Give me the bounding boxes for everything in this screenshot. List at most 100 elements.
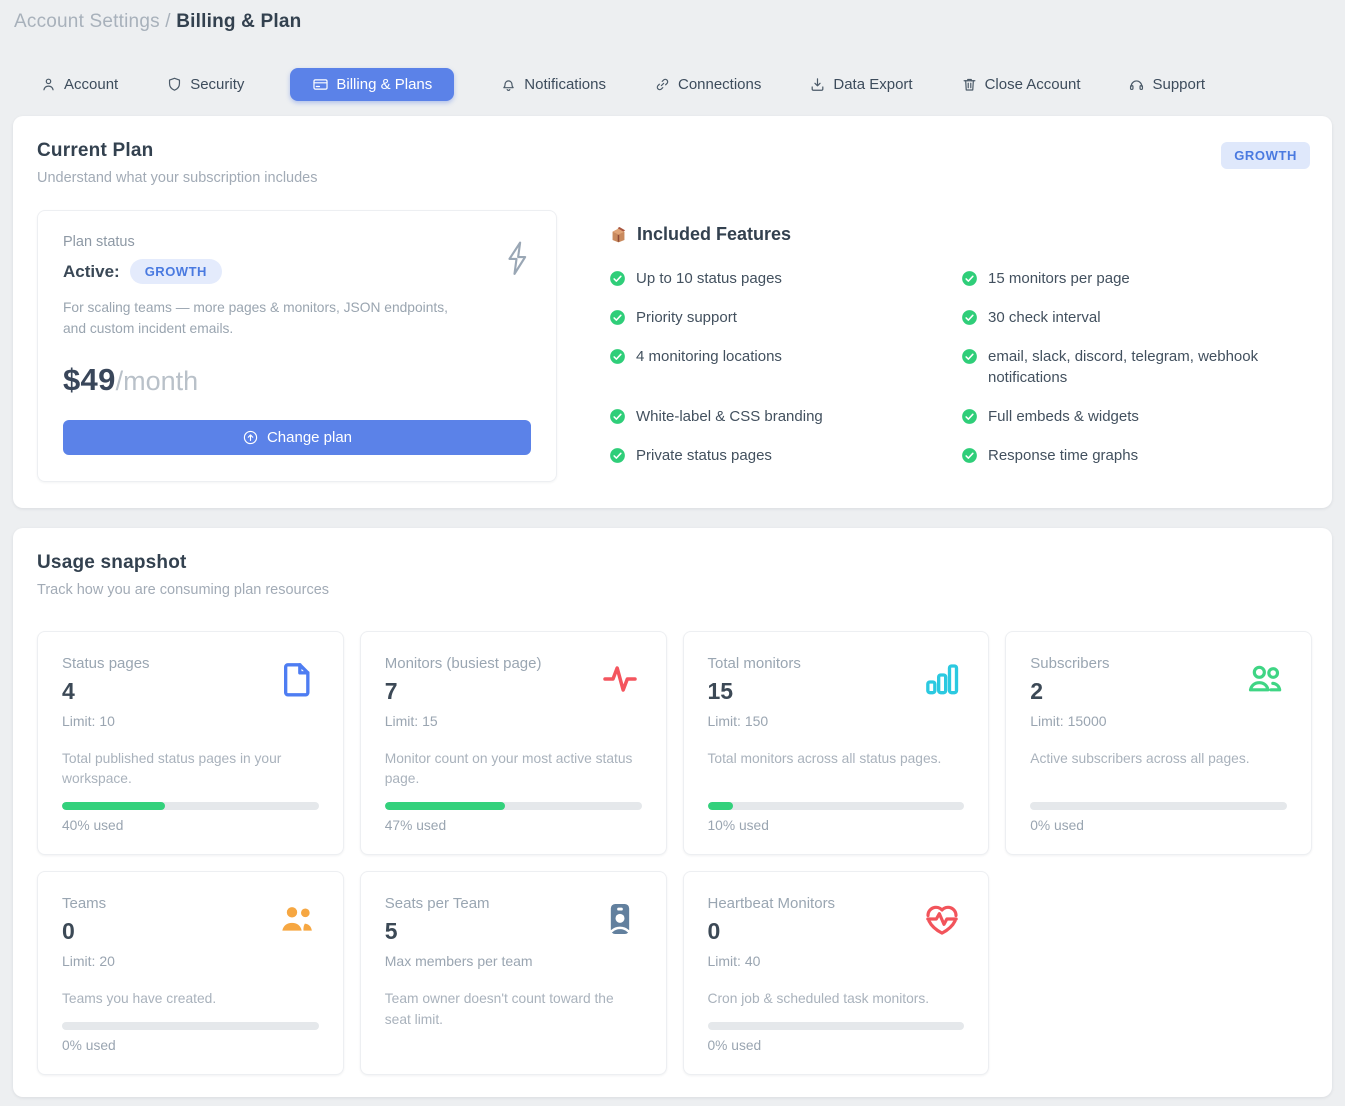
usage-card-description: Cron job & scheduled task monitors. (708, 989, 965, 1010)
usage-card-limit: Limit: 40 (708, 953, 836, 969)
id-badge-icon (598, 897, 642, 941)
included-features-title: Included Features (637, 224, 791, 245)
usage-card-title: Monitors (busiest page) (385, 655, 542, 672)
feature-item: Up to 10 status pages (609, 268, 937, 290)
usage-card-heart-pulse: Heartbeat Monitors0Limit: 40Cron job & s… (683, 871, 990, 1075)
tab-close-account[interactable]: Close Account (959, 68, 1083, 101)
usage-subtitle: Track how you are consuming plan resourc… (37, 582, 1312, 598)
usage-percent-label: 0% used (708, 1038, 965, 1053)
tab-support[interactable]: Support (1126, 68, 1207, 101)
usage-card-description: Team owner doesn't count toward the seat… (385, 989, 642, 1053)
check-circle-icon (961, 348, 978, 365)
tab-data-export[interactable]: Data Export (807, 68, 914, 101)
check-circle-icon (609, 309, 626, 326)
usage-card-description: Active subscribers across all pages. (1030, 749, 1287, 790)
feature-item: Full embeds & widgets (961, 406, 1289, 428)
usage-percent-label: 10% used (708, 818, 965, 833)
tab-label: Data Export (833, 76, 912, 93)
feature-label: Response time graphs (988, 445, 1138, 467)
current-plan-panel: Current Plan Understand what your subscr… (13, 116, 1332, 508)
breadcrumb-section[interactable]: Account Settings (14, 11, 160, 32)
usage-card-users-outline: Subscribers2Limit: 15000Active subscribe… (1005, 631, 1312, 855)
usage-progress-fill (708, 802, 734, 810)
usage-progress-track (385, 802, 642, 810)
plan-price: $49 (63, 362, 116, 397)
tab-bar: Account Security Billing & Plans Notificati… (0, 65, 1345, 103)
plan-period: /month (116, 366, 199, 396)
usage-card-limit: Limit: 15 (385, 713, 542, 729)
usage-card-pulse: Monitors (busiest page)7Limit: 15Monitor… (360, 631, 667, 855)
usage-card-title: Teams (62, 895, 115, 912)
usage-card-id-badge: Seats per Team5Max members per teamTeam … (360, 871, 667, 1075)
usage-card-value: 5 (385, 918, 533, 945)
tab-security[interactable]: Security (164, 68, 246, 101)
bar-chart-icon (920, 657, 964, 701)
page-title: Billing & Plan (176, 11, 301, 32)
feature-item: White-label & CSS branding (609, 406, 937, 428)
usage-card-title: Seats per Team (385, 895, 533, 912)
usage-card-title: Heartbeat Monitors (708, 895, 836, 912)
feature-grid: Up to 10 status pages 15 monitors per pag… (609, 268, 1289, 467)
current-plan-subtitle: Understand what your subscription includ… (37, 170, 1310, 186)
usage-progress-track (1030, 802, 1287, 810)
credit-card-icon (312, 76, 329, 93)
tab-label: Security (190, 76, 244, 93)
usage-card-value: 7 (385, 678, 542, 705)
pulse-icon (598, 657, 642, 701)
usage-card-value: 4 (62, 678, 150, 705)
user-icon (40, 76, 57, 93)
feature-item: 15 monitors per page (961, 268, 1289, 290)
usage-progress-track (708, 802, 965, 810)
change-plan-button[interactable]: Change plan (63, 420, 531, 455)
feature-label: Full embeds & widgets (988, 406, 1139, 428)
check-circle-icon (961, 309, 978, 326)
plan-row: Plan status Active: GROWTH For scaling t… (37, 210, 1310, 482)
usage-percent-label: 0% used (1030, 818, 1287, 833)
check-circle-icon (961, 270, 978, 287)
usage-progress-fill (62, 802, 165, 810)
feature-item: 30 check interval (961, 307, 1289, 329)
breadcrumb: Account Settings / Billing & Plan (14, 11, 1345, 33)
plan-status-card: Plan status Active: GROWTH For scaling t… (37, 210, 557, 482)
tab-label: Support (1152, 76, 1205, 93)
usage-percent-label: 40% used (62, 818, 319, 833)
heart-pulse-icon (920, 897, 964, 941)
usage-card-limit: Limit: 20 (62, 953, 115, 969)
feature-label: Private status pages (636, 445, 772, 467)
plan-status-label: Plan status (63, 234, 531, 250)
usage-progress-track (62, 1022, 319, 1030)
usage-card-users-filled: Teams0Limit: 20Teams you have created.0%… (37, 871, 344, 1075)
usage-card-title: Status pages (62, 655, 150, 672)
users-filled-icon (275, 897, 319, 941)
check-circle-icon (609, 348, 626, 365)
usage-card-value: 0 (62, 918, 115, 945)
plan-description: For scaling teams — more pages & monitor… (63, 297, 473, 340)
tab-connections[interactable]: Connections (652, 68, 763, 101)
users-outline-icon (1243, 657, 1287, 701)
usage-percent-label: 47% used (385, 818, 642, 833)
plan-status-value: Active: (63, 262, 120, 282)
usage-card-title: Total monitors (708, 655, 801, 672)
included-features: Included Features Up to 10 status pages 1… (557, 210, 1310, 482)
feature-item: email, slack, discord, telegram, webhook… (961, 346, 1289, 390)
check-circle-icon (609, 408, 626, 425)
plan-tier-badge: GROWTH (1221, 142, 1310, 169)
current-plan-title: Current Plan (37, 140, 1310, 162)
breadcrumb-separator: / (160, 11, 176, 32)
download-icon (809, 76, 826, 93)
tab-account[interactable]: Account (38, 68, 120, 101)
feature-item: 4 monitoring locations (609, 346, 937, 390)
tab-billing-plans[interactable]: Billing & Plans (290, 68, 454, 101)
tab-label: Billing & Plans (336, 76, 432, 93)
file-icon (275, 657, 319, 701)
usage-progress-track (708, 1022, 965, 1030)
feature-label: 4 monitoring locations (636, 346, 782, 368)
check-circle-icon (961, 447, 978, 464)
link-icon (654, 76, 671, 93)
page-header: Account Settings / Billing & Plan (0, 0, 1345, 33)
usage-card-limit: Limit: 15000 (1030, 713, 1109, 729)
feature-label: 15 monitors per page (988, 268, 1130, 290)
usage-card-value: 2 (1030, 678, 1109, 705)
tab-notifications[interactable]: Notifications (498, 68, 608, 101)
usage-card-description: Teams you have created. (62, 989, 319, 1010)
